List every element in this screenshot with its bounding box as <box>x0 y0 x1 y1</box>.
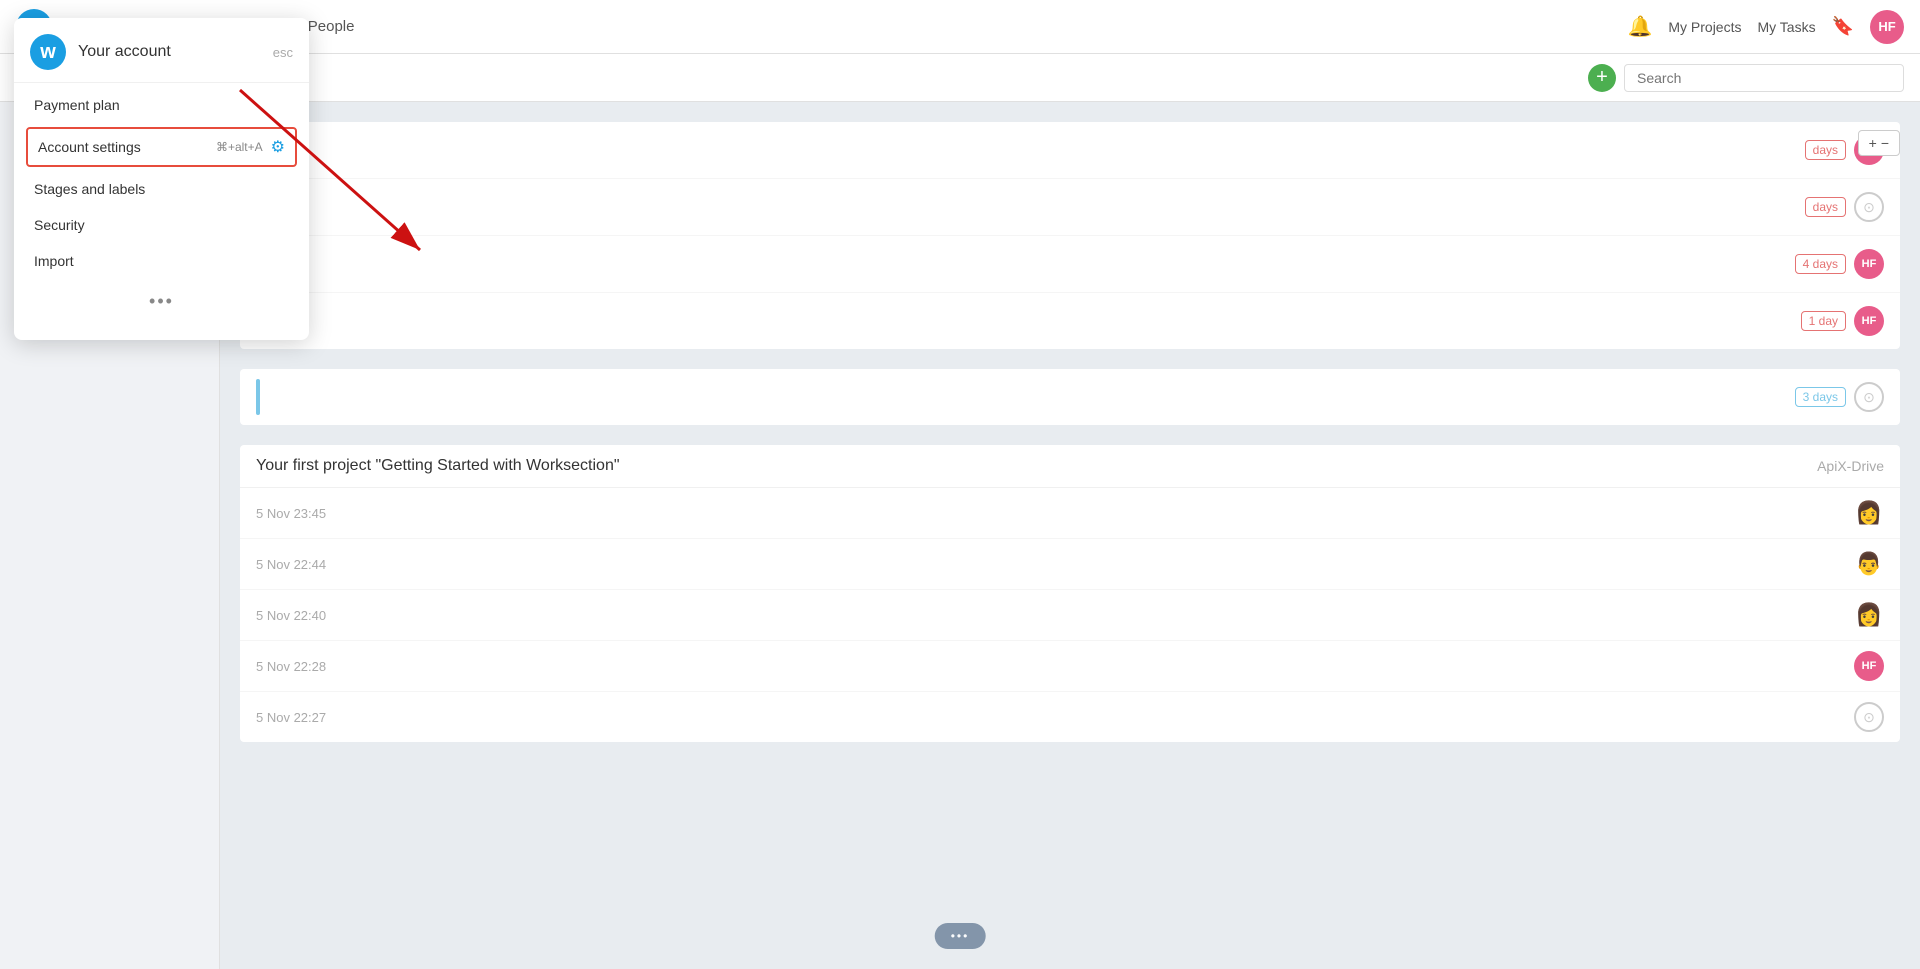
gear-icon: ⚙ <box>271 137 285 157</box>
dropdown-more-button[interactable]: ••• <box>14 279 309 324</box>
dropdown-item-payment-plan[interactable]: Payment plan <box>14 87 309 123</box>
dropdown-item-stages[interactable]: Stages and labels <box>14 171 309 207</box>
dropdown-item-security[interactable]: Security <box>14 207 309 243</box>
security-label: Security <box>34 217 85 233</box>
dropdown-esc-button[interactable]: esc <box>273 45 293 60</box>
dropdown-logo: w <box>30 34 66 70</box>
dropdown-item-import[interactable]: Import <box>14 243 309 279</box>
account-settings-label: Account settings <box>38 139 204 155</box>
dropdown-header: w Your account esc <box>14 18 309 83</box>
dropdown-menu: w Your account esc Payment plan Account … <box>14 18 309 340</box>
account-settings-shortcut: ⌘+alt+A <box>216 140 263 154</box>
dropdown-overlay: w Your account esc Payment plan Account … <box>0 0 1920 969</box>
stages-label: Stages and labels <box>34 181 145 197</box>
dropdown-item-account-settings[interactable]: Account settings ⌘+alt+A ⚙ <box>26 127 297 167</box>
dropdown-title: Your account <box>78 43 261 61</box>
import-label: Import <box>34 253 74 269</box>
payment-plan-label: Payment plan <box>34 97 120 113</box>
